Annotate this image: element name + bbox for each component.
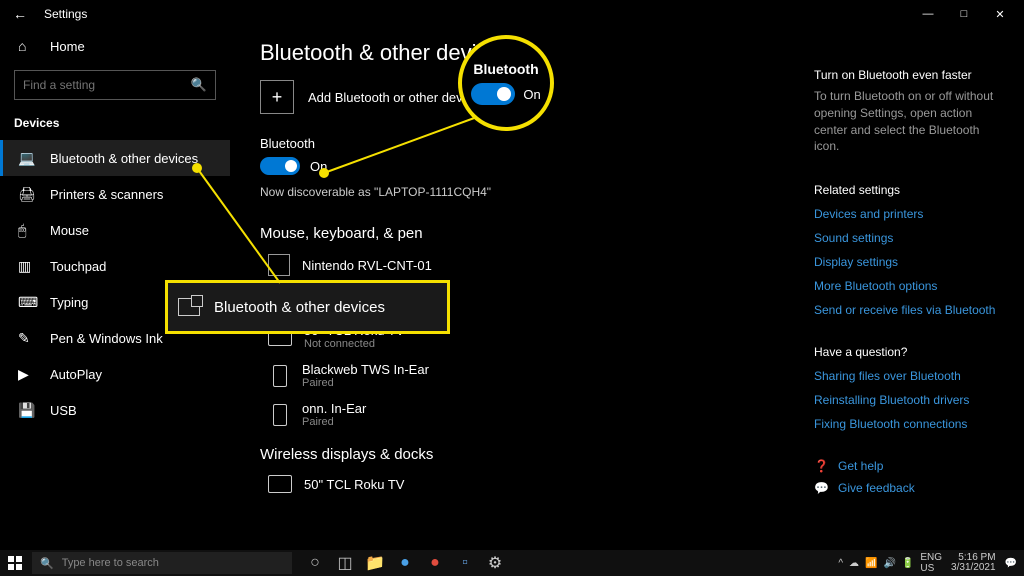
annotation-box: Bluetooth & other devices [165, 280, 450, 334]
question-header: Have a question? [814, 345, 1004, 359]
link-sharing[interactable]: Sharing files over Bluetooth [814, 369, 1004, 383]
tip-body: To turn Bluetooth on or off without open… [814, 88, 1004, 155]
discoverable-text: Now discoverable as "LAPTOP-1111CQH4" [260, 185, 780, 199]
close-button[interactable]: ✕ [982, 0, 1018, 28]
search-icon: 🔍 [191, 77, 207, 93]
tip-header: Turn on Bluetooth even faster [814, 68, 1004, 82]
give-feedback[interactable]: 💬 Give feedback [814, 481, 1004, 495]
back-button[interactable]: ← [6, 0, 34, 28]
annotation-circle: Bluetooth On [458, 35, 554, 131]
earbud-icon [273, 365, 287, 387]
link-fixing[interactable]: Fixing Bluetooth connections [814, 417, 1004, 431]
settings-icon[interactable]: ⚙ [480, 550, 510, 576]
link-sound[interactable]: Sound settings [814, 231, 1004, 245]
start-button[interactable] [0, 550, 30, 576]
home-icon: ⌂ [18, 38, 36, 54]
touchpad-icon: ▥ [18, 258, 36, 275]
mouse-icon: 🖱 [18, 222, 36, 239]
tray-notifications-icon[interactable]: 💬 [1005, 558, 1017, 569]
tray-chevron-icon[interactable]: ^ [838, 558, 843, 569]
get-help[interactable]: ❓ Get help [814, 459, 1004, 473]
tray-lang[interactable]: ENG US [920, 552, 942, 574]
link-devices-printers[interactable]: Devices and printers [814, 207, 1004, 221]
bt-devices-icon: 💻 [18, 150, 36, 167]
section-mkp: Mouse, keyboard, & pen [260, 225, 780, 242]
link-display[interactable]: Display settings [814, 255, 1004, 269]
device-wdd-tv[interactable]: 50" TCL Roku TV [260, 469, 780, 499]
cortana-icon[interactable]: ○ [300, 550, 330, 576]
window-title: Settings [44, 7, 87, 21]
autoplay-icon: ▶ [18, 366, 36, 383]
section-wdd: Wireless displays & docks [260, 446, 780, 463]
link-reinstall[interactable]: Reinstalling Bluetooth drivers [814, 393, 1004, 407]
taskbar-search[interactable]: 🔍 Type here to search [32, 552, 292, 574]
search-icon: 🔍 [40, 557, 54, 570]
edge-icon[interactable]: ● [390, 550, 420, 576]
bt-devices-icon [178, 298, 200, 316]
app-icon[interactable]: ▫ [450, 550, 480, 576]
maximize-button[interactable]: □ [946, 0, 982, 28]
earbud-icon [273, 404, 287, 426]
plus-icon: + [260, 80, 294, 114]
home-label: Home [50, 39, 85, 54]
annotation-dot [319, 168, 329, 178]
nav-touchpad[interactable]: ▥ Touchpad [0, 248, 230, 284]
nav-mouse[interactable]: 🖱 Mouse [0, 212, 230, 248]
nav-group-header: Devices [0, 110, 230, 140]
tray-network-icon[interactable]: 📶 [865, 558, 877, 569]
nav-printers[interactable]: 🖨 Printers & scanners [0, 176, 230, 212]
bluetooth-label: Bluetooth [260, 136, 780, 151]
link-send-files[interactable]: Send or receive files via Bluetooth [814, 303, 1004, 317]
related-header: Related settings [814, 183, 1004, 197]
search-field[interactable]: 🔍 [14, 70, 216, 100]
search-input[interactable] [23, 78, 191, 92]
gamepad-icon [268, 254, 290, 276]
taskview-icon[interactable]: ◫ [330, 550, 360, 576]
minimize-button[interactable]: — [910, 0, 946, 28]
explorer-icon[interactable]: 📁 [360, 550, 390, 576]
pen-icon: ✎ [18, 330, 36, 347]
tray-volume-icon[interactable]: 🔊 [883, 558, 895, 569]
printer-icon: 🖨 [18, 186, 36, 203]
bluetooth-toggle[interactable] [260, 157, 300, 175]
nav-autoplay[interactable]: ▶ AutoPlay [0, 356, 230, 392]
usb-icon: 💾 [18, 402, 36, 419]
device-onn[interactable]: onn. In-Ear Paired [260, 395, 780, 434]
tray-onedrive-icon[interactable]: ☁ [849, 558, 859, 569]
tray-clock[interactable]: 5:16 PM 3/31/2021 [951, 553, 996, 573]
nav-usb[interactable]: 💾 USB [0, 392, 230, 428]
tv-icon [268, 475, 292, 493]
annotation-dot [192, 163, 202, 173]
link-more-bt[interactable]: More Bluetooth options [814, 279, 1004, 293]
typing-icon: ⌨ [18, 294, 36, 311]
chrome-icon[interactable]: ● [420, 550, 450, 576]
device-blackweb[interactable]: Blackweb TWS In-Ear Paired [260, 356, 780, 395]
help-icon: ❓ [814, 459, 830, 473]
feedback-icon: 💬 [814, 481, 830, 495]
annotation-toggle [471, 83, 515, 105]
tray-battery-icon[interactable]: 🔋 [902, 558, 914, 569]
device-nintendo[interactable]: Nintendo RVL-CNT-01 [260, 248, 780, 282]
home-button[interactable]: ⌂ Home [0, 28, 230, 64]
